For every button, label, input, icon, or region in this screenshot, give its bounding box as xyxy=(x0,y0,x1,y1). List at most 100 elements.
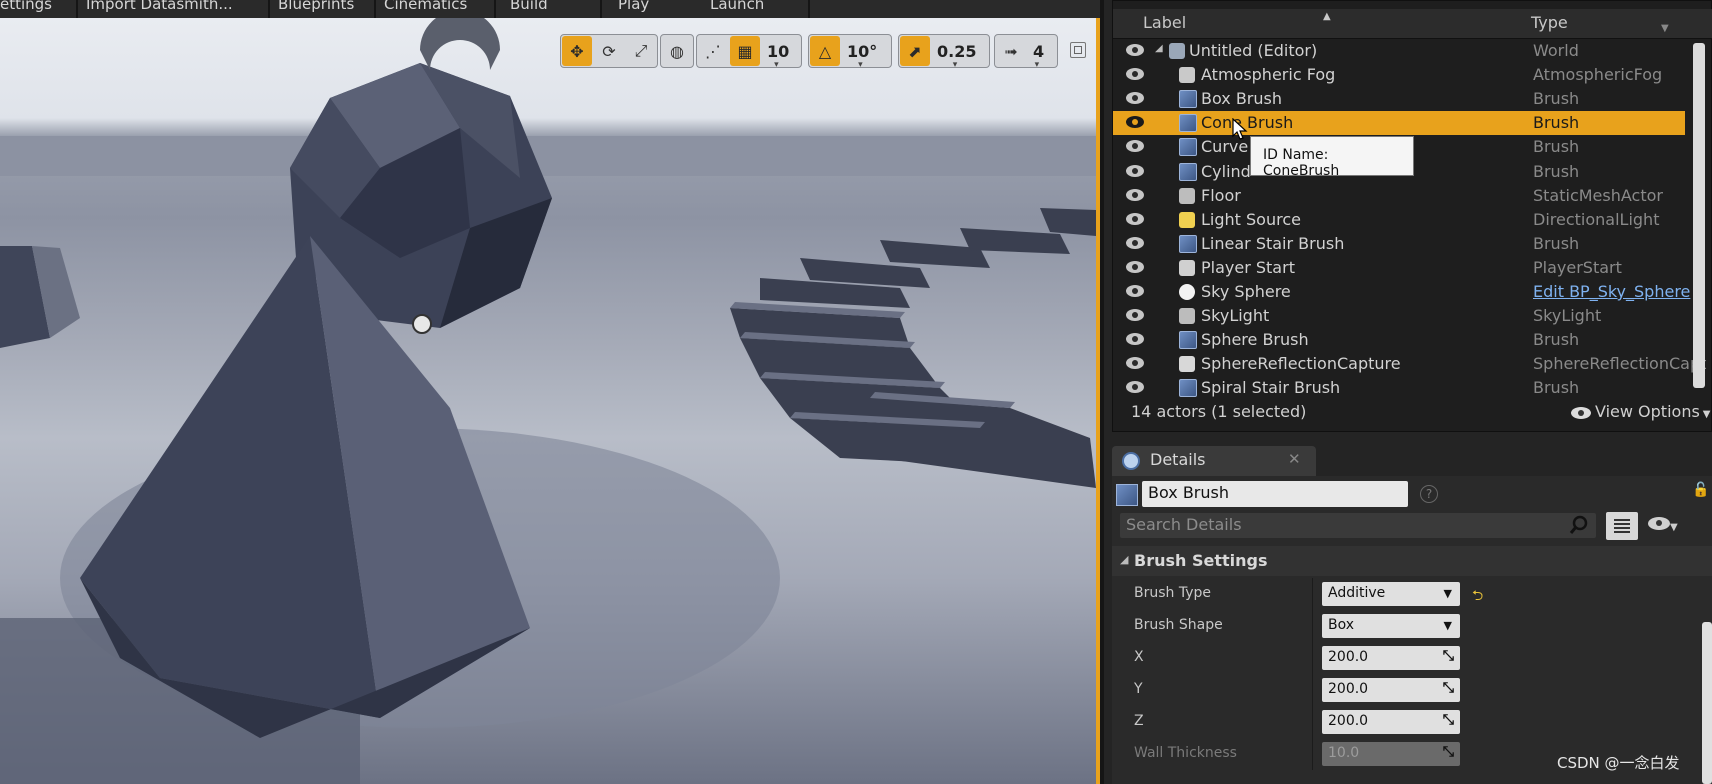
toolbar-blueprints[interactable]: Blueprints xyxy=(278,0,354,17)
brush-icon xyxy=(1179,162,1197,181)
reset-to-default-icon[interactable]: ⮌ xyxy=(1472,585,1483,609)
visibility-eye-icon[interactable] xyxy=(1125,164,1145,178)
outliner-row[interactable]: Cone Brush Brush xyxy=(1113,111,1685,136)
type-column-header[interactable]: Type xyxy=(1531,13,1568,32)
brush-type-dropdown[interactable]: Additive xyxy=(1322,582,1460,606)
column-options-icon[interactable]: ▼ xyxy=(1661,23,1669,34)
outliner-row[interactable]: ◢ Untitled (Editor) World xyxy=(1113,39,1685,63)
help-icon[interactable]: ? xyxy=(1420,485,1438,503)
visibility-eye-icon[interactable] xyxy=(1125,356,1145,370)
actor-label: Box Brush xyxy=(1201,89,1282,109)
scale-icon: ⤢ xyxy=(634,41,648,60)
toolbar-settings[interactable]: ettings xyxy=(0,0,52,17)
sort-ascending-icon: ▲ xyxy=(1323,11,1331,22)
tab-details[interactable]: Details ✕ xyxy=(1112,446,1316,476)
scale-mode-button[interactable]: ⤢ xyxy=(626,36,656,66)
property-matrix-button[interactable] xyxy=(1606,512,1638,540)
grid-snap-toggle[interactable]: ▦ xyxy=(730,36,760,66)
edit-blueprint-link[interactable]: Edit BP_Sky_Sphere xyxy=(1533,282,1690,301)
search-details-input[interactable]: Search Details xyxy=(1120,513,1596,538)
column-divider[interactable] xyxy=(1312,578,1313,610)
visibility-eye-icon[interactable] xyxy=(1125,43,1145,57)
column-divider[interactable] xyxy=(1312,610,1313,642)
camera-speed-value[interactable]: 4 xyxy=(1027,42,1050,70)
outliner-row[interactable]: Player Start PlayerStart xyxy=(1113,256,1685,280)
outliner-row[interactable]: Box Brush Brush xyxy=(1113,87,1685,111)
visibility-eye-icon[interactable] xyxy=(1125,260,1145,274)
toolbar-cinematics[interactable]: Cinematics xyxy=(384,0,467,17)
scale-snap-toggle[interactable]: ⬈ xyxy=(900,36,930,66)
surface-snap-button[interactable]: ⋰ xyxy=(698,36,728,66)
column-divider[interactable] xyxy=(1312,674,1313,706)
visibility-eye-icon[interactable] xyxy=(1125,91,1145,105)
x-input[interactable]: 200.0 xyxy=(1322,646,1460,670)
surface-snap-icon: ⋰ xyxy=(705,41,721,61)
outliner-row[interactable]: Sphere Brush Brush xyxy=(1113,328,1685,352)
visibility-eye-icon[interactable] xyxy=(1125,139,1145,153)
outliner-row[interactable]: Floor StaticMeshActor xyxy=(1113,184,1685,208)
outliner-row[interactable]: SkyLight SkyLight xyxy=(1113,304,1685,328)
column-divider[interactable] xyxy=(1312,706,1313,738)
expand-arrow-icon[interactable]: ◢ xyxy=(1155,43,1163,54)
toolbar-separator xyxy=(76,0,78,18)
actor-label: SphereReflectionCapture xyxy=(1201,354,1401,374)
brush-icon xyxy=(1179,138,1197,157)
brush-shape-dropdown[interactable]: Box xyxy=(1322,614,1460,638)
brush-icon xyxy=(1179,234,1197,253)
sphere-icon xyxy=(1179,284,1195,300)
maximize-viewport-button[interactable] xyxy=(1070,42,1086,58)
rotation-snap-group: △ 10° xyxy=(808,34,892,70)
details-panel: Box Brush ? 🔓 Search Details ▼ ◢ Brush S… xyxy=(1112,476,1712,784)
search-icon[interactable] xyxy=(1568,514,1592,536)
visibility-eye-icon[interactable] xyxy=(1125,236,1145,250)
y-input[interactable]: 200.0 xyxy=(1322,678,1460,702)
rotation-snap-value[interactable]: 10° xyxy=(841,42,883,70)
grid-snap-value[interactable]: 10 xyxy=(761,42,795,70)
outliner-row[interactable]: SphereReflectionCapture SphereReflectionC… xyxy=(1113,352,1706,376)
toolbar-build[interactable]: Build xyxy=(510,0,548,17)
visibility-eye-icon[interactable] xyxy=(1125,380,1145,394)
visibility-eye-icon[interactable] xyxy=(1125,67,1145,81)
visibility-filter-button[interactable]: ▼ xyxy=(1648,516,1678,534)
visibility-eye-icon[interactable] xyxy=(1125,284,1145,298)
chevron-down-icon: ▼ xyxy=(1702,409,1711,420)
player-start-icon xyxy=(412,314,432,334)
lock-icon[interactable]: 🔓 xyxy=(1692,482,1709,498)
view-options-button[interactable]: View Options ▼ xyxy=(1571,402,1711,421)
z-input[interactable]: 200.0 xyxy=(1322,710,1460,734)
scale-snap-value[interactable]: 0.25 xyxy=(931,42,982,70)
column-divider[interactable] xyxy=(1312,738,1313,770)
camera-speed-button[interactable]: ➟ xyxy=(996,36,1026,66)
visibility-eye-icon[interactable] xyxy=(1125,308,1145,322)
visibility-eye-icon[interactable] xyxy=(1125,332,1145,346)
visibility-eye-icon[interactable] xyxy=(1125,115,1145,129)
toolbar-import-datasmith[interactable]: Import Datasmith... xyxy=(86,0,233,17)
rotation-snap-toggle[interactable]: △ xyxy=(810,36,840,66)
outliner-row[interactable]: Sky Sphere Edit BP_Sky_Sphere xyxy=(1113,280,1690,304)
level-viewport[interactable]: ✥ ⟳ ⤢ ◍ ⋰ ▦ 10 △ 10° ⬈ 0.25 ➟ 4 xyxy=(0,18,1096,784)
toolbar-play[interactable]: Play xyxy=(618,0,649,17)
scale-arrow-icon: ⬈ xyxy=(908,41,922,61)
details-scrollbar[interactable] xyxy=(1702,622,1712,784)
translate-mode-button[interactable]: ✥ xyxy=(562,36,592,66)
label-column-header[interactable]: Label xyxy=(1143,13,1186,32)
outliner-scrollbar[interactable] xyxy=(1693,43,1705,388)
rotate-mode-button[interactable]: ⟳ xyxy=(594,36,624,66)
actor-label: Floor xyxy=(1201,185,1241,205)
world-local-toggle[interactable]: ◍ xyxy=(662,36,692,66)
visibility-eye-icon[interactable] xyxy=(1125,212,1145,226)
eye-icon xyxy=(1648,517,1670,530)
outliner-row[interactable]: Linear Stair Brush Brush xyxy=(1113,232,1685,256)
outliner-row[interactable]: Light Source DirectionalLight xyxy=(1113,208,1685,232)
outliner-row[interactable]: Atmospheric Fog AtmosphericFog xyxy=(1113,63,1685,87)
brush-shape-row: Brush Shape Box xyxy=(1112,610,1672,642)
player-start-icon xyxy=(1179,259,1195,276)
column-divider[interactable] xyxy=(1312,642,1313,674)
toolbar-launch[interactable]: Launch xyxy=(710,0,764,17)
close-tab-icon[interactable]: ✕ xyxy=(1288,450,1301,468)
visibility-eye-icon[interactable] xyxy=(1125,188,1145,202)
object-name-field[interactable]: Box Brush xyxy=(1142,481,1408,507)
brush-settings-section[interactable]: ◢ Brush Settings xyxy=(1112,546,1712,576)
fog-icon xyxy=(1179,67,1195,84)
scale-snap-group: ⬈ 0.25 xyxy=(898,34,990,70)
